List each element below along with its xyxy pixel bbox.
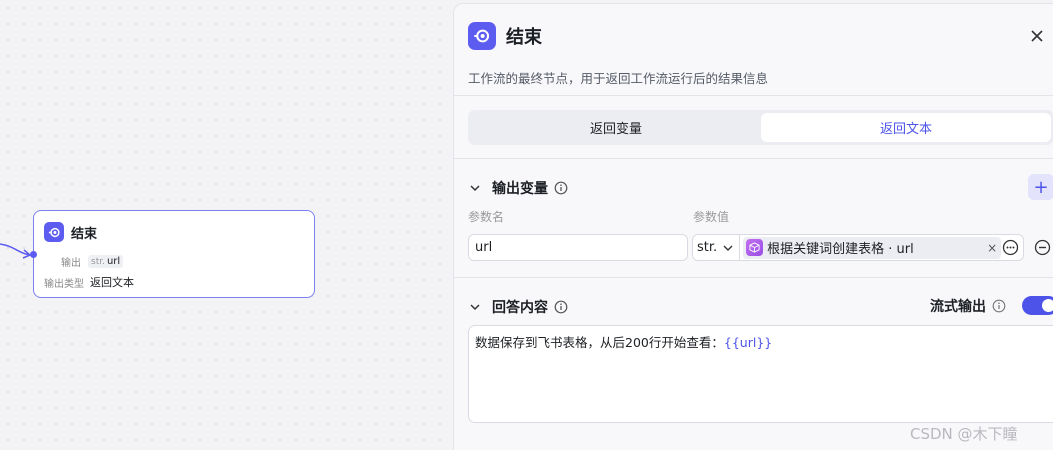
panel-title: 结束 (506, 27, 542, 48)
node-output-label: 输出 (61, 258, 81, 269)
answer-text: 数据保存到飞书表格，从后200行开始查看： (475, 335, 724, 350)
param-value-header: 参数值 (693, 210, 730, 224)
close-icon[interactable] (1029, 28, 1045, 44)
watermark: CSDN @木下瞳 (910, 425, 1018, 443)
toggle-knob (1042, 299, 1053, 312)
param-name-input[interactable]: url (468, 234, 688, 261)
variable-reference-chip[interactable]: 根据关键词创建表格 · url × (743, 236, 1002, 259)
stream-output-label: 流式输出 (930, 296, 1006, 316)
info-icon[interactable] (992, 299, 1006, 313)
tab-return-variable[interactable]: 返回变量 (471, 113, 761, 142)
output-section-header[interactable]: 输出变量 (468, 178, 568, 198)
divider (454, 158, 1053, 159)
node-output-chip: str. url (88, 255, 124, 268)
panel-description: 工作流的最终节点，用于返回工作流运行后的结果信息 (468, 71, 769, 86)
node-input-handle[interactable] (30, 251, 37, 258)
end-node-icon (44, 222, 64, 242)
variable-reference-text: 根据关键词创建表格 · url (767, 242, 914, 257)
divider (454, 95, 1053, 96)
chevron-down-icon[interactable] (468, 181, 482, 195)
stream-output-toggle[interactable] (1022, 296, 1053, 315)
add-output-button[interactable]: + (1028, 174, 1053, 200)
param-name-header: 参数名 (468, 210, 505, 224)
answer-variable: {{url}} (723, 335, 773, 350)
chevron-down-icon (723, 245, 733, 251)
remove-row-icon[interactable] (1034, 239, 1051, 256)
node-output-type: str. (91, 257, 105, 267)
answer-section-title: 回答内容 (492, 300, 548, 316)
tab-return-text[interactable]: 返回文本 (761, 113, 1051, 142)
end-node-card[interactable]: 结束 输出 str. url 输出类型 返回文本 (30, 210, 315, 298)
clear-reference-button[interactable]: × (987, 241, 997, 255)
output-section-title: 输出变量 (492, 181, 548, 197)
node-config-panel: 结束 工作流的最终节点，用于返回工作流运行后的结果信息 返回变量 返回文本 输出… (453, 3, 1053, 450)
variable-picker-icon[interactable] (1002, 239, 1019, 256)
end-node-icon (468, 22, 496, 50)
node-output-var: url (106, 256, 121, 267)
cube-icon (746, 239, 764, 256)
divider (454, 277, 1053, 278)
param-value-field: str. 根据关键词创建表格 · url × (692, 234, 1024, 261)
answer-content-editor[interactable]: 数据保存到飞书表格，从后200行开始查看：{{url}} (468, 325, 1053, 423)
node-output-type-label: 输出类型 (44, 278, 84, 290)
info-icon[interactable] (554, 181, 568, 195)
mode-segmented-control: 返回变量 返回文本 (468, 110, 1053, 145)
node-output-type-value: 返回文本 (90, 276, 134, 289)
type-select[interactable]: str. (693, 235, 741, 260)
info-icon[interactable] (554, 300, 568, 314)
stream-output-text: 流式输出 (930, 299, 986, 315)
node-title: 结束 (71, 226, 98, 242)
type-select-value: str. (697, 240, 718, 255)
chevron-down-icon[interactable] (468, 300, 482, 314)
answer-section-header[interactable]: 回答内容 (468, 297, 568, 317)
